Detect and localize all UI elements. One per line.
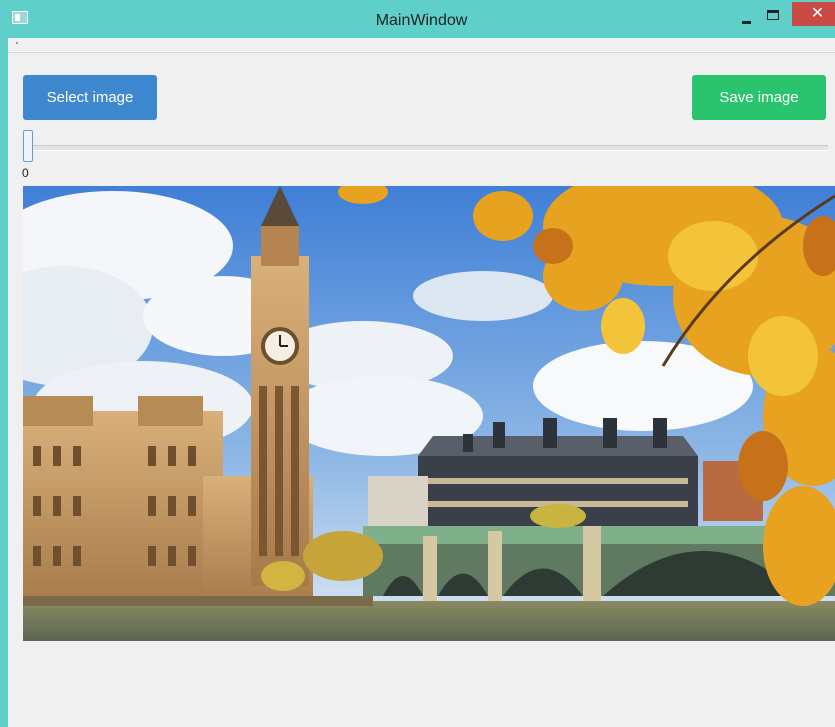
title-bar[interactable]: MainWindow ✕ xyxy=(0,0,835,38)
minimize-button[interactable] xyxy=(735,6,757,28)
maximize-button[interactable] xyxy=(762,6,784,28)
london-image xyxy=(23,186,835,641)
menu-bar xyxy=(8,38,835,53)
main-window: MainWindow ✕ Select image Save image 0 xyxy=(0,0,835,727)
save-image-button[interactable]: Save image xyxy=(692,75,826,120)
slider-value: 0 xyxy=(22,166,29,180)
window-title: MainWindow xyxy=(375,12,468,29)
close-button[interactable]: ✕ xyxy=(792,2,835,26)
menu-grip-icon xyxy=(16,42,18,44)
resize-grip-icon[interactable] xyxy=(825,717,831,723)
slider-track[interactable] xyxy=(23,145,828,151)
select-image-button[interactable]: Select image xyxy=(23,75,157,120)
image-preview xyxy=(23,186,835,641)
slider-handle[interactable] xyxy=(23,130,33,162)
